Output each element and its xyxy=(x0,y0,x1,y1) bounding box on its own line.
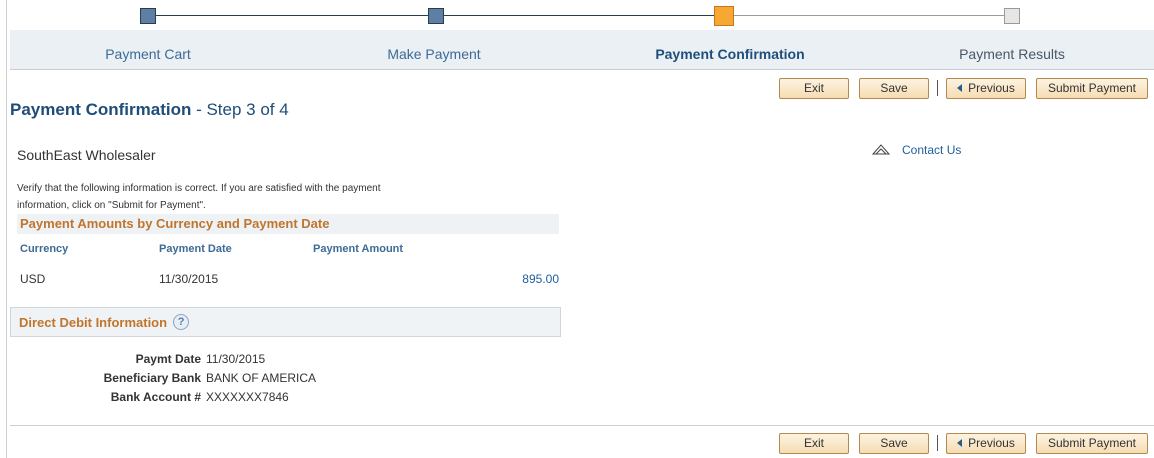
field-value: 11/30/2015 xyxy=(206,352,266,366)
header-payment-date: Payment Date xyxy=(159,243,232,255)
field-value: BANK OF AMERICA xyxy=(206,371,317,385)
step-complete-icon xyxy=(428,8,444,24)
left-arrow-icon xyxy=(957,439,963,447)
step-label: Payment Confirmation xyxy=(655,46,805,62)
field-value: XXXXXXX7846 xyxy=(206,390,289,404)
direct-debit-fields: Paymt Date 11/30/2015 Beneficiary Bank B… xyxy=(10,352,410,409)
contact-us-link[interactable]: Contact Us xyxy=(872,143,961,157)
save-button[interactable]: Save xyxy=(859,77,929,99)
step-current-icon xyxy=(714,6,734,26)
page-title: Payment Confirmation - Step 3 of 4 xyxy=(10,100,289,120)
save-button[interactable]: Save xyxy=(859,432,929,454)
step-payment-results: Payment Results xyxy=(862,0,1154,70)
step-payment-confirmation: Payment Confirmation xyxy=(580,0,880,70)
envelope-icon xyxy=(872,144,890,155)
step-label: Payment Cart xyxy=(105,46,191,62)
field-bank-account: Bank Account # XXXXXXX7846 xyxy=(10,390,410,409)
previous-label: Previous xyxy=(968,81,1015,95)
step-pending-icon xyxy=(1004,8,1020,24)
step-label: Make Payment xyxy=(387,46,481,62)
step-indicator-text: - Step 3 of 4 xyxy=(191,100,289,119)
previous-button[interactable]: Previous xyxy=(946,432,1026,454)
exit-button[interactable]: Exit xyxy=(779,77,849,99)
field-label: Beneficiary Bank xyxy=(103,371,201,385)
step-make-payment[interactable]: Make Payment xyxy=(284,0,584,70)
submit-payment-button[interactable]: Submit Payment xyxy=(1036,432,1148,454)
header-currency: Currency xyxy=(20,243,69,255)
top-toolbar: Exit Save Previous Submit Payment xyxy=(779,77,1148,99)
toolbar-separator xyxy=(937,80,938,96)
field-label: Paymt Date xyxy=(135,352,201,366)
table-row: USD 11/30/2015 895.00 xyxy=(17,264,559,294)
field-paymt-date: Paymt Date 11/30/2015 xyxy=(10,352,410,371)
cell-payment-amount: 895.00 xyxy=(522,272,559,286)
instructions-text: Verify that the following information is… xyxy=(17,183,381,211)
contact-us-label: Contact Us xyxy=(902,143,962,157)
grid-header-row: Currency Payment Date Payment Amount xyxy=(17,234,559,264)
previous-label: Previous xyxy=(968,436,1015,450)
bottom-divider xyxy=(10,425,1154,426)
field-label: Bank Account # xyxy=(110,390,201,404)
direct-debit-title: Direct Debit Information xyxy=(19,314,168,330)
submit-payment-button[interactable]: Submit Payment xyxy=(1036,77,1148,99)
previous-button[interactable]: Previous xyxy=(946,77,1026,99)
customer-name: SouthEast Wholesaler xyxy=(17,147,156,163)
direct-debit-section-header: Direct Debit Information ? xyxy=(10,307,561,337)
step-train: Payment Cart Make Payment Payment Confir… xyxy=(10,0,1154,72)
bottom-toolbar: Exit Save Previous Submit Payment xyxy=(779,432,1148,454)
exit-button[interactable]: Exit xyxy=(779,432,849,454)
cell-currency: USD xyxy=(20,272,46,286)
header-payment-amount: Payment Amount xyxy=(313,243,404,255)
left-arrow-icon xyxy=(957,84,963,92)
grid-title: Payment Amounts by Currency and Payment … xyxy=(17,214,559,234)
toolbar-separator xyxy=(937,435,938,451)
cell-payment-date: 11/30/2015 xyxy=(159,272,219,286)
step-complete-icon xyxy=(140,8,156,24)
payment-amounts-grid: Payment Amounts by Currency and Payment … xyxy=(17,214,559,294)
step-payment-cart[interactable]: Payment Cart xyxy=(0,0,298,70)
step-label: Payment Results xyxy=(959,46,1065,62)
page-title-text: Payment Confirmation xyxy=(10,100,192,119)
field-beneficiary-bank: Beneficiary Bank BANK OF AMERICA xyxy=(10,371,410,390)
help-icon[interactable]: ? xyxy=(173,314,190,330)
